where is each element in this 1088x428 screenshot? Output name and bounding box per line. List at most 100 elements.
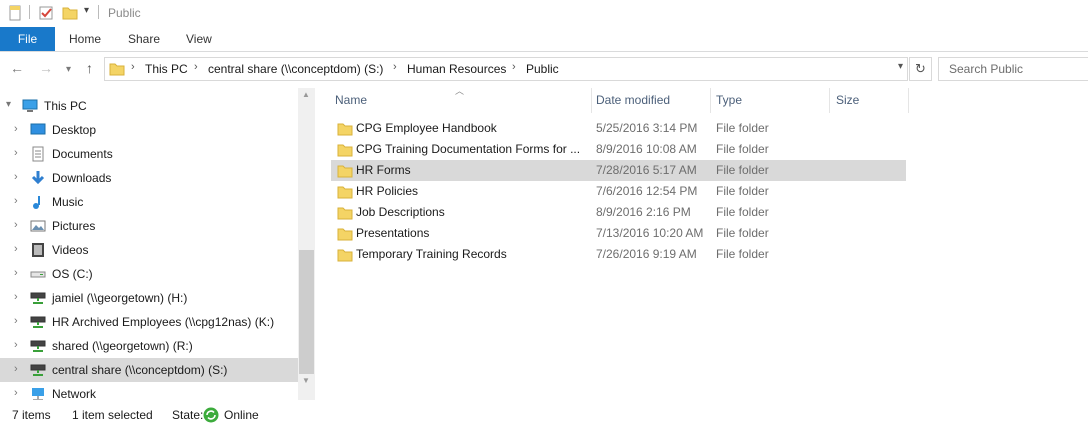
tree-item[interactable]: › Network — [0, 382, 298, 400]
file-date: 5/25/2016 3:14 PM — [596, 121, 698, 135]
forward-arrow-icon[interactable]: → — [39, 61, 53, 75]
tree-item[interactable]: › Videos — [0, 238, 298, 262]
folder-icon — [337, 186, 353, 199]
column-header-size[interactable]: Size — [830, 88, 908, 113]
network-icon — [32, 388, 44, 400]
tree-item[interactable]: › jamiel (\\georgetown) (H:) — [0, 286, 298, 310]
network-drive-icon — [30, 292, 46, 304]
file-row[interactable]: Temporary Training Records 7/26/2016 9:19… — [331, 244, 906, 265]
file-row[interactable]: Presentations 7/13/2016 10:20 AM File fold… — [331, 223, 906, 244]
tree-label: Desktop — [52, 123, 97, 137]
desktop-icon — [30, 123, 46, 135]
breadcrumb-separator[interactable]: › — [131, 61, 135, 73]
breadcrumb-separator[interactable]: › — [194, 61, 198, 73]
tab-view[interactable]: View — [186, 27, 212, 51]
file-date: 7/28/2016 5:17 AM — [596, 163, 697, 177]
tree-label: OS (C:) — [52, 267, 93, 281]
breadcrumb-this-pc[interactable]: This PC — [145, 62, 188, 76]
chevron-right-icon[interactable]: › — [14, 315, 18, 327]
chevron-right-icon[interactable]: › — [14, 243, 18, 255]
breadcrumb-separator[interactable]: › — [393, 61, 397, 73]
file-row[interactable]: HR Policies 7/6/2016 12:54 PM File folder — [331, 181, 906, 202]
tab-file[interactable]: File — [0, 27, 55, 51]
chevron-right-icon[interactable]: › — [14, 147, 18, 159]
file-row[interactable]: HR Forms 7/28/2016 5:17 AM File folder — [331, 160, 906, 181]
tree-item[interactable]: › OS (C:) — [0, 262, 298, 286]
network-drive-icon — [30, 364, 46, 376]
search-input[interactable] — [947, 58, 1088, 80]
tree-item[interactable]: › Desktop — [0, 118, 298, 142]
chevron-right-icon[interactable]: › — [14, 291, 18, 303]
tree-item[interactable]: › Pictures — [0, 214, 298, 238]
scrollbar-thumb[interactable] — [299, 250, 314, 374]
column-header-name[interactable]: Name — [331, 88, 591, 113]
up-arrow-icon[interactable]: ↑ — [86, 61, 93, 75]
file-name: Presentations — [356, 226, 430, 240]
chevron-right-icon[interactable]: › — [14, 339, 18, 351]
folder-icon — [337, 249, 353, 262]
file-type: File folder — [716, 142, 769, 156]
sync-online-icon — [203, 407, 219, 423]
folder-icon — [337, 144, 353, 157]
tree-item-this-pc[interactable]: ▾ This PC — [0, 94, 298, 118]
tree-item[interactable]: › HR Archived Employees (\\cpg12nas) (K:) — [0, 310, 298, 334]
tree-item[interactable]: › Documents — [0, 142, 298, 166]
tree-label: Downloads — [52, 171, 112, 185]
title-bar: ▾ Public — [0, 0, 1088, 27]
chevron-right-icon[interactable]: › — [14, 195, 18, 207]
file-name: CPG Training Documentation Forms for ... — [356, 142, 581, 156]
chevron-right-icon[interactable]: › — [14, 123, 18, 135]
tab-share[interactable]: Share — [128, 27, 160, 51]
scroll-up-icon[interactable]: ▲ — [302, 90, 310, 99]
refresh-icon[interactable]: ↻ — [909, 57, 932, 81]
file-date: 8/9/2016 2:16 PM — [596, 205, 691, 219]
window-title: Public — [108, 6, 141, 20]
file-type: File folder — [716, 226, 769, 240]
chevron-right-icon[interactable]: › — [14, 267, 18, 279]
properties-icon[interactable] — [7, 5, 23, 21]
scroll-down-icon[interactable]: ▼ — [302, 376, 310, 385]
chevron-right-icon[interactable]: › — [14, 219, 18, 231]
navigation-scrollbar[interactable]: ▲ ▼ — [298, 88, 315, 400]
chevron-right-icon[interactable]: › — [14, 363, 18, 375]
chevron-right-icon[interactable]: › — [14, 171, 18, 183]
back-arrow-icon[interactable]: ← — [10, 61, 24, 75]
breadcrumb-separator[interactable]: › — [512, 61, 516, 73]
breadcrumb-human-resources[interactable]: Human Resources — [407, 62, 506, 76]
file-row[interactable]: CPG Training Documentation Forms for ...… — [331, 139, 906, 160]
tree-label: This PC — [44, 99, 87, 113]
file-name: HR Forms — [356, 163, 411, 177]
breadcrumb-public[interactable]: Public — [526, 62, 559, 76]
file-row[interactable]: Job Descriptions 8/9/2016 2:16 PM File fol… — [331, 202, 906, 223]
tree-item[interactable]: › central share (\\conceptdom) (S:) — [0, 358, 298, 382]
chevron-right-icon[interactable]: › — [14, 387, 18, 399]
new-folder-quick-icon[interactable] — [38, 5, 54, 21]
file-type: File folder — [716, 247, 769, 261]
recent-locations-icon[interactable]: ▾ — [66, 63, 71, 77]
search-box[interactable] — [938, 57, 1088, 81]
file-name: HR Policies — [356, 184, 419, 198]
folder-quick-icon[interactable] — [62, 5, 78, 21]
tree-item[interactable]: › Downloads — [0, 166, 298, 190]
chevron-down-icon[interactable]: ▾ — [6, 99, 11, 110]
file-row[interactable]: CPG Employee Handbook 5/25/2016 3:14 PM Fi… — [331, 118, 906, 139]
customize-toolbar-icon[interactable]: ▾ — [84, 5, 89, 16]
tree-item[interactable]: › shared (\\georgetown) (R:) — [0, 334, 298, 358]
this-pc-icon — [22, 99, 38, 112]
column-header-type[interactable]: Type — [711, 88, 829, 113]
state-value: Online — [224, 408, 259, 422]
address-bar[interactable]: › This PC › central share (\\conceptdom)… — [104, 57, 908, 81]
file-name: Job Descriptions — [356, 205, 445, 219]
folder-icon — [337, 165, 353, 178]
folder-icon — [337, 123, 353, 136]
downloads-icon — [31, 171, 45, 185]
file-name: CPG Employee Handbook — [356, 121, 497, 135]
status-bar: 7 items 1 item selected State: Online — [0, 404, 1088, 428]
ribbon-tabs: File Home Share View — [0, 27, 1088, 52]
tree-item[interactable]: › Music — [0, 190, 298, 214]
tab-home[interactable]: Home — [69, 27, 101, 51]
file-type: File folder — [716, 184, 769, 198]
address-dropdown-icon[interactable]: ▾ — [898, 61, 903, 72]
column-header-date-modified[interactable]: Date modified — [592, 88, 710, 113]
breadcrumb-central-share[interactable]: central share (\\conceptdom) (S:) — [208, 62, 383, 76]
